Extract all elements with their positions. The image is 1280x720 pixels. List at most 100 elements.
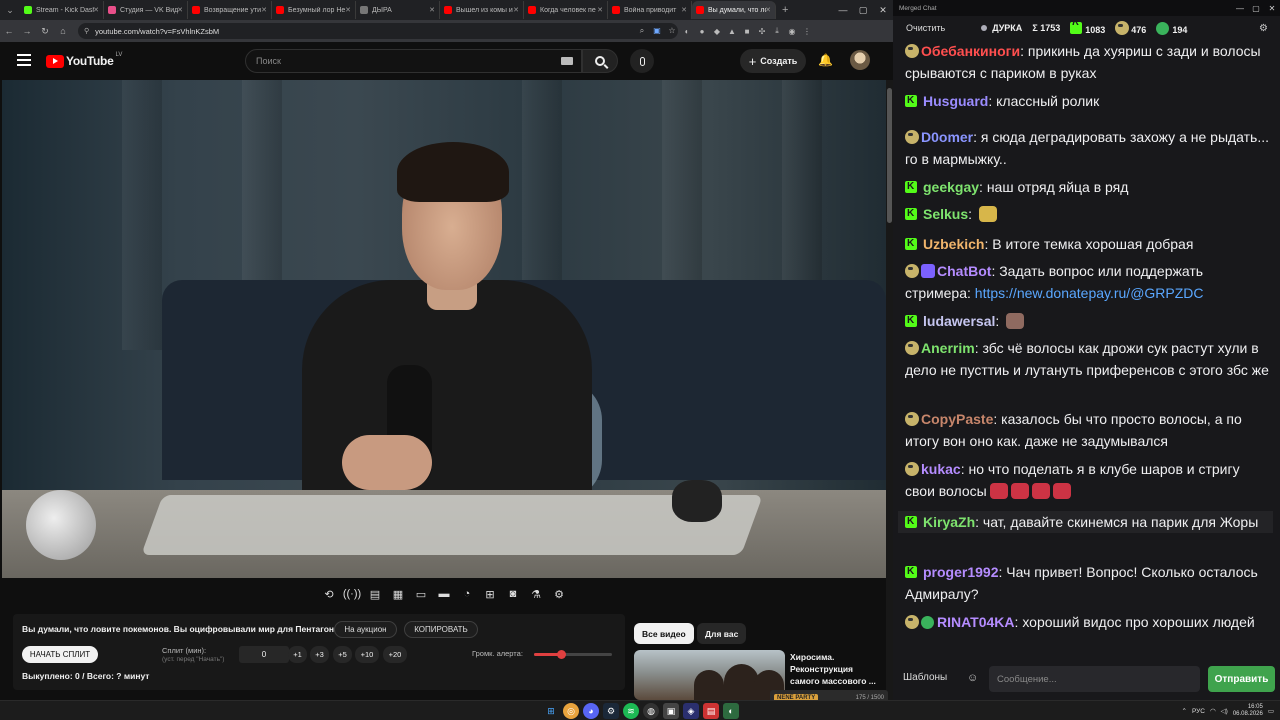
tray-lang[interactable]: РУС xyxy=(1192,708,1205,715)
menu-icon[interactable] xyxy=(17,54,31,66)
clip-icon[interactable]: ▦ xyxy=(389,585,407,603)
chat-username[interactable]: ChatBot xyxy=(937,263,991,279)
tab-close-icon[interactable]: ✕ xyxy=(93,6,99,14)
url-field[interactable]: ⚲ youtube.com/watch?v=FsVhlnKZsbM ⌕ ▣ ☆ xyxy=(78,23,678,39)
reload-icon[interactable]: ↻ xyxy=(36,26,54,37)
notifications-icon[interactable]: ▭ xyxy=(1268,707,1274,715)
tab-close-icon[interactable]: ✕ xyxy=(597,6,603,14)
tab-close-icon[interactable]: ✕ xyxy=(765,6,771,14)
browser-tab[interactable]: Stream - Kick Dash ✕ xyxy=(20,1,104,19)
app-icon[interactable]: ▣ xyxy=(663,703,679,719)
download-icon[interactable]: ⤓ xyxy=(771,26,783,36)
browser-tab[interactable]: Студия — VK Видео✕ xyxy=(104,1,188,19)
extensions-puzzle-icon[interactable]: ✣ xyxy=(756,27,768,36)
extension-icon[interactable]: ● xyxy=(696,27,708,36)
chat-username[interactable]: Selkus xyxy=(923,206,968,222)
maximize-icon[interactable]: ▢ xyxy=(853,0,873,20)
chat-username[interactable]: Husguard xyxy=(923,93,988,109)
keyboard-icon[interactable] xyxy=(561,57,573,65)
create-button[interactable]: + Создать xyxy=(740,49,806,73)
new-tab-button[interactable]: + xyxy=(782,4,788,16)
browser-tab[interactable]: Вы думали, что ло ✕ xyxy=(692,1,776,19)
voice-search-button[interactable] xyxy=(630,49,654,73)
extension-icon[interactable]: ■ xyxy=(741,27,753,36)
browser-tab[interactable]: Возвращение ути ✕ xyxy=(188,1,272,19)
extension-icon[interactable]: ◆ xyxy=(711,27,723,36)
volume-icon[interactable]: ◁) xyxy=(1221,707,1228,715)
tab-search-icon[interactable]: ⌄ xyxy=(0,0,20,20)
wifi-icon[interactable]: ◠ xyxy=(1210,707,1216,715)
close-window-icon[interactable]: ✕ xyxy=(873,0,893,20)
home-icon[interactable]: ⌂ xyxy=(54,26,72,36)
alert-volume-knob[interactable] xyxy=(557,650,567,659)
tab-close-icon[interactable]: ✕ xyxy=(261,6,267,14)
scrollbar-thumb[interactable] xyxy=(887,88,892,223)
audio-icon[interactable]: ((·)) xyxy=(343,585,361,603)
minimize-icon[interactable]: — xyxy=(1232,4,1248,13)
templates-button[interactable]: Шаблоны xyxy=(903,672,947,683)
chat-username[interactable]: Anerrim xyxy=(921,340,975,356)
close-window-icon[interactable]: ✕ xyxy=(1264,4,1280,13)
tab-close-icon[interactable]: ✕ xyxy=(177,6,183,14)
message-input[interactable]: Сообщение... xyxy=(989,666,1200,692)
increment-button[interactable]: +20 xyxy=(383,646,407,663)
browser-tab[interactable]: Безумный лор Не ✕ xyxy=(272,1,356,19)
increment-button[interactable]: +1 xyxy=(288,646,307,663)
add-icon[interactable]: ⊞ xyxy=(481,585,499,603)
zoom-icon[interactable]: ⌕ xyxy=(636,26,648,36)
chat-username[interactable]: Обебанкиноги xyxy=(921,43,1020,59)
search-input[interactable]: Поиск xyxy=(245,49,582,73)
steam-icon[interactable]: ⚙ xyxy=(603,703,619,719)
send-button[interactable]: Отправить xyxy=(1208,666,1275,692)
minimize-icon[interactable]: — xyxy=(833,0,853,20)
start-split-button[interactable]: НАЧАТЬ СПЛИТ xyxy=(22,646,98,663)
translate-icon[interactable]: ▣ xyxy=(651,26,663,36)
clear-chat-button[interactable]: Очистить xyxy=(906,23,945,33)
obs-icon[interactable]: ◍ xyxy=(643,703,659,719)
browser-menu-icon[interactable]: ⋮ xyxy=(801,27,813,36)
recommendation-thumbnail[interactable] xyxy=(634,650,785,700)
chat-username[interactable]: kukac xyxy=(921,461,961,477)
tab-close-icon[interactable]: ✕ xyxy=(345,6,351,14)
screenshot-icon[interactable]: ◙ xyxy=(504,585,522,603)
picture-in-picture-icon[interactable]: ▭ xyxy=(412,585,430,603)
chip-all-videos[interactable]: Все видео xyxy=(634,623,694,644)
extension-icon[interactable]: ▲ xyxy=(726,27,738,36)
app-icon[interactable]: ▤ xyxy=(703,703,719,719)
cinema-mode-icon[interactable]: ▬ xyxy=(435,585,453,603)
app-icon[interactable]: ◈ xyxy=(683,703,699,719)
browser-tab[interactable]: Война приводит ✕ xyxy=(608,1,692,19)
forward-icon[interactable]: → xyxy=(18,26,36,36)
chat-messages[interactable]: Обебанкиноги: прикинь да хуяриш с зади и… xyxy=(893,40,1280,660)
windows-start-icon[interactable]: ⊞ xyxy=(543,703,559,719)
youtube-logo[interactable]: YouTube LV xyxy=(46,52,122,68)
browser-tab[interactable]: Вышел из комы и ✕ xyxy=(440,1,524,19)
browser-tab[interactable]: Когда человек пе ✕ xyxy=(524,1,608,19)
chip-for-you[interactable]: Для вас xyxy=(697,623,747,644)
video-player[interactable] xyxy=(2,80,886,578)
auction-button[interactable]: На аукцион xyxy=(334,621,397,638)
browser-tab[interactable]: ДЫРА ✕ xyxy=(356,1,440,19)
chat-username[interactable]: geekgay xyxy=(923,179,979,195)
chat-username[interactable]: Uzbekich xyxy=(923,236,984,252)
site-info-icon[interactable]: ⚲ xyxy=(84,27,89,35)
copy-button[interactable]: КОПИРОВАТЬ xyxy=(404,621,478,638)
bookmark-star-icon[interactable]: ☆ xyxy=(666,26,678,36)
playlist-icon[interactable]: ▤ xyxy=(366,585,384,603)
chat-username[interactable]: CopyPaste xyxy=(921,411,993,427)
alert-volume-slider[interactable] xyxy=(534,650,612,659)
loop-icon[interactable]: ⟲ xyxy=(320,585,338,603)
split-minutes-input[interactable]: 0 xyxy=(239,646,289,663)
settings-gear-icon[interactable]: ⚙ xyxy=(550,585,568,603)
chrome-icon[interactable]: ◎ xyxy=(563,703,579,719)
avatar[interactable] xyxy=(850,50,870,70)
chat-username[interactable]: ludawersal xyxy=(923,313,995,329)
increment-button[interactable]: +3 xyxy=(310,646,329,663)
back-icon[interactable]: ← xyxy=(0,26,18,36)
profile-icon[interactable]: ◉ xyxy=(786,27,798,36)
chat-settings-icon[interactable]: ⚙ xyxy=(1259,23,1268,34)
recommendation-title[interactable]: Хиросима. Реконструкция самого массового… xyxy=(790,651,882,687)
notifications-bell-icon[interactable]: 🔔 xyxy=(818,53,833,67)
search-button[interactable] xyxy=(582,49,618,73)
maximize-icon[interactable]: ▢ xyxy=(1248,4,1264,13)
